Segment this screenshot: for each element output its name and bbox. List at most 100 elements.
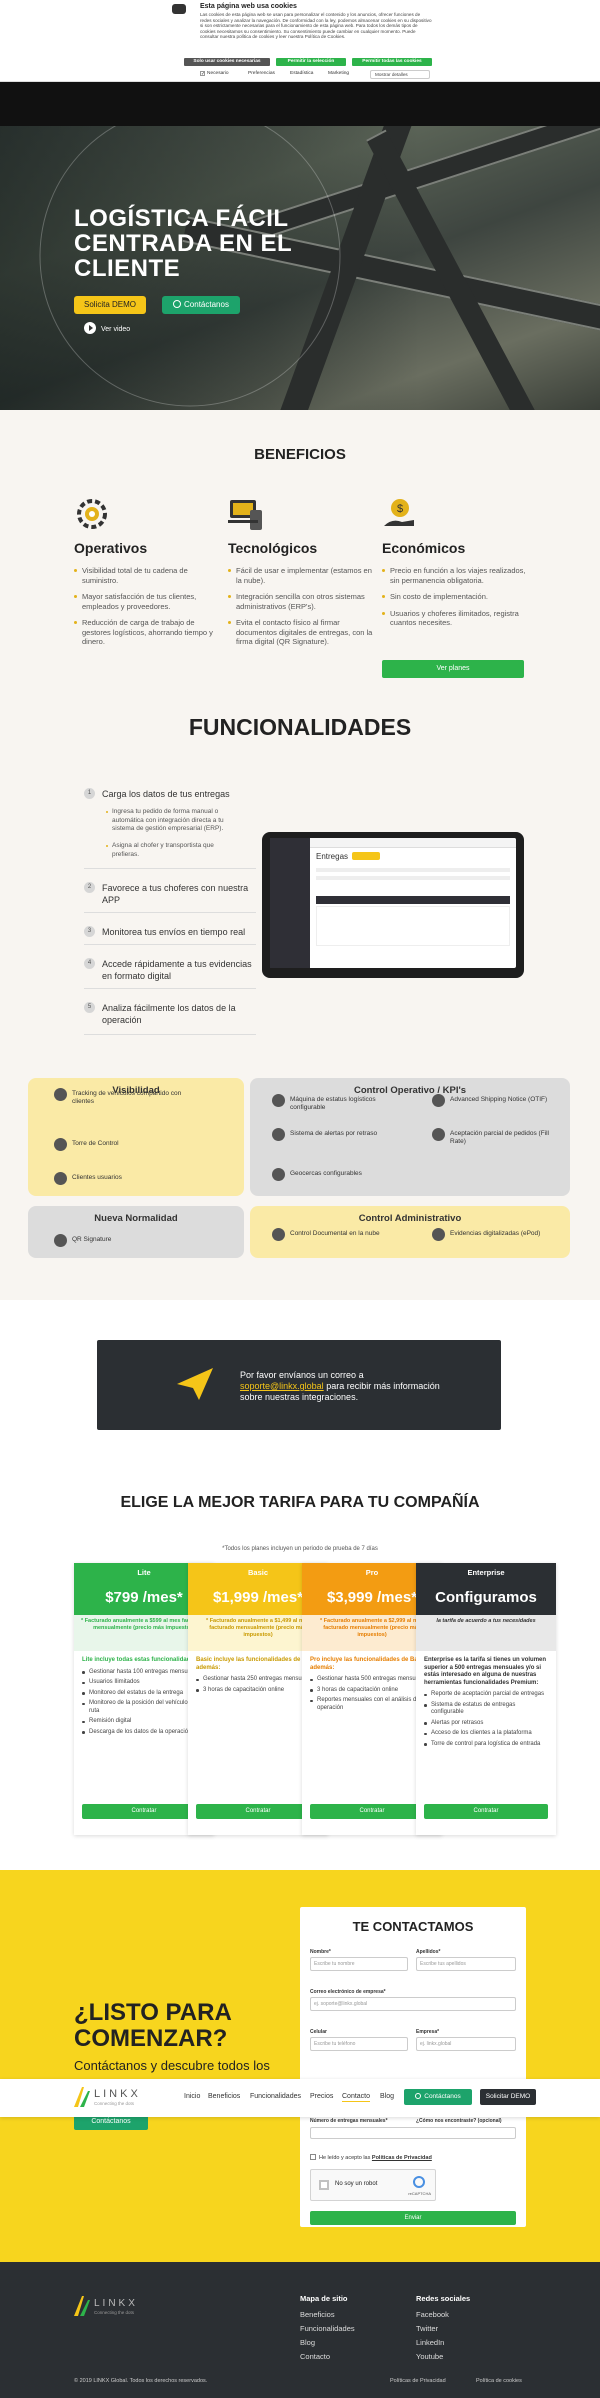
feature-step-3[interactable]: 3 Monitorea tus envíos en tiempo real: [84, 926, 254, 938]
fill-rate-icon: [432, 1128, 445, 1141]
pricing-heading: ELIGE LA MEJOR TARIFA PARA TU COMPAÑÍA: [120, 1494, 480, 1511]
nav-link-blog[interactable]: Blog: [380, 2093, 394, 2100]
footer-link-beneficios[interactable]: Beneficios: [300, 2310, 335, 2319]
watch-video-link[interactable]: Ver video: [84, 322, 130, 334]
cookie-allow-all-button[interactable]: Permitir todas las cookies: [352, 58, 432, 66]
footer-cookies-link[interactable]: Política de cookies: [476, 2378, 522, 2384]
card-item: Clientes usuarios: [54, 1172, 192, 1185]
recaptcha-label: No soy un robot: [335, 2181, 378, 2187]
benefit-title: Operativos: [74, 540, 148, 556]
evidence-icon: [432, 1228, 445, 1241]
cookie-details-select[interactable]: Mostrar detalles: [370, 70, 430, 79]
entregas-select[interactable]: [310, 2127, 516, 2139]
money-hand-icon: $: [382, 496, 418, 532]
users-icon: [54, 1172, 67, 1185]
feature-step-2[interactable]: 2 Favorece a tus choferes con nuestra APP: [84, 882, 254, 906]
empresa-input[interactable]: ej. linkx.global: [416, 2037, 516, 2051]
nav-link-contacto[interactable]: Contacto: [342, 2093, 371, 2102]
privacy-link[interactable]: Políticas de Privacidad: [372, 2155, 432, 2161]
benefit-col-economicos: $ Económicos Precio en función a los via…: [382, 496, 532, 635]
hero-contact-button[interactable]: Contáctanos: [162, 296, 240, 314]
label-nombre: Nombre*: [310, 1949, 331, 1955]
footer-link-facebook[interactable]: Facebook: [416, 2310, 449, 2319]
nav-link-funcionalidades[interactable]: Funcionalidades: [250, 2093, 301, 2100]
cookie-tab-marketing[interactable]: Marketing: [328, 71, 349, 76]
sticky-navbar: LINKX Connecting the dots Inicio Benefic…: [0, 2079, 600, 2117]
plan-name: Enterprise: [416, 1563, 556, 1583]
plan-feature: Sistema de estatus de entregas configura…: [424, 1702, 548, 1717]
card-item: Sistema de alertas por retraso: [272, 1128, 390, 1141]
nav-logo-text[interactable]: LINKX: [94, 2088, 141, 2100]
privacy-checkbox[interactable]: [310, 2154, 316, 2160]
footer-link-blog[interactable]: Blog: [300, 2338, 315, 2347]
footer-link-twitter[interactable]: Twitter: [416, 2324, 438, 2333]
feature-sub-item: Ingresa tu pedido de forma manual o auto…: [106, 808, 236, 834]
nombre-input[interactable]: Escribe tu nombre: [310, 1957, 408, 1971]
divider: [84, 912, 256, 913]
card-nueva-normalidad: Nueva Normalidad: [28, 1206, 244, 1258]
nav-link-inicio[interactable]: Inicio: [184, 2093, 200, 2100]
view-plans-button[interactable]: Ver planes: [382, 660, 524, 678]
divider: [84, 988, 256, 989]
hero-top-band: [0, 82, 600, 126]
footer-logo-text: LINKX: [94, 2298, 138, 2309]
request-demo-button[interactable]: Solicita DEMO: [74, 296, 146, 314]
features-heading: FUNCIONALIDADES: [188, 714, 412, 740]
cookie-tab-estadistica[interactable]: Estadística: [290, 71, 313, 76]
footer-link-linkedin[interactable]: LinkedIn: [416, 2338, 444, 2347]
benefit-title: Tecnológicos: [228, 540, 318, 556]
feature-step-5[interactable]: 5 Analiza fácilmente los datos de la oper…: [84, 1002, 254, 1026]
divider: [84, 868, 256, 869]
social-title: Redes sociales: [416, 2294, 471, 2303]
cookie-selection-button[interactable]: Permitir la selección: [276, 58, 346, 66]
card-title: Control Administrativo: [358, 1213, 462, 1224]
recaptcha-checkbox[interactable]: [319, 2180, 329, 2190]
contract-enterprise-button[interactable]: Contratar: [424, 1804, 548, 1819]
cookie-title: Esta página web usa cookies: [200, 3, 297, 10]
footer-link-funcionalidades[interactable]: Funcionalidades: [300, 2324, 355, 2333]
cookie-body: Las cookies de esta página web se usan p…: [200, 12, 432, 40]
ready-heading: ¿LISTO PARA COMENZAR?: [74, 1999, 231, 2052]
footer: LINKX Connecting the dots Mapa de sitio …: [0, 2262, 600, 2398]
plan-price: Configuramos: [416, 1583, 556, 1615]
cookie-logo-icon: [172, 4, 186, 14]
tower-icon: [54, 1138, 67, 1151]
app-sidebar: [270, 838, 310, 968]
support-email-link[interactable]: soporte@linkx.global: [240, 1381, 324, 1391]
pricing-note: *Todos los planes incluyen un periodo de…: [222, 1546, 378, 1552]
nav-link-precios[interactable]: Precios: [310, 2093, 333, 2100]
linkx-logo-icon: [74, 2087, 90, 2107]
celular-input[interactable]: Escribe tu teléfono: [310, 2037, 408, 2051]
cookie-tab-preferencias[interactable]: Preferencias: [248, 71, 275, 76]
footer-privacy-link[interactable]: Políticas de Privacidad: [390, 2378, 446, 2384]
card-item: Torre de Control: [54, 1138, 192, 1151]
nav-link-beneficios[interactable]: Beneficios: [208, 2093, 240, 2100]
footer-link-youtube[interactable]: Youtube: [416, 2352, 443, 2361]
privacy-consent[interactable]: He leído y acepto las Políticas de Priva…: [310, 2154, 432, 2161]
apellidos-input[interactable]: Escribe tus apellidos: [416, 1957, 516, 1971]
plan-feature: Reporte de aceptación parcial de entrega…: [424, 1691, 548, 1699]
feature-step-1[interactable]: 1 Carga los datos de tus entregas: [84, 788, 254, 800]
email-text: Por favor envíanos un correo a soporte@l…: [240, 1370, 440, 1402]
label-entregas: Número de entregas mensuales*: [310, 2118, 388, 2124]
benefit-item: Visibilidad total de tu cadena de sumini…: [74, 566, 224, 585]
cookie-tab-necesario[interactable]: ✓ Necesario: [200, 71, 229, 77]
feature-step-4[interactable]: 4 Accede rápidamente a tus evidencias en …: [84, 958, 254, 982]
svg-text:$: $: [397, 503, 403, 515]
devices-icon: [228, 496, 264, 532]
submit-button[interactable]: Enviar: [310, 2211, 516, 2225]
nav-demo-button[interactable]: Solicitar DEMO: [480, 2089, 536, 2105]
nav-contact-button[interactable]: Contáctanos: [404, 2089, 472, 2105]
email-input[interactable]: ej. soporte@linkx.global: [310, 1997, 516, 2011]
cookie-necessary-button[interactable]: Solo usar cookies necesarias: [184, 58, 270, 66]
card-item: Máquina de estatus logísticos configurab…: [272, 1094, 390, 1112]
footer-link-contacto[interactable]: Contacto: [300, 2352, 330, 2361]
card-item: Advanced Shipping Notice (OTIF): [432, 1094, 550, 1107]
hero-title: LOGÍSTICA FÁCIL CENTRADA EN EL CLIENTE: [74, 205, 292, 282]
contact-heading: TE CONTACTAMOS: [352, 1919, 474, 1934]
benefit-item: Integración sencilla con otros sistemas …: [228, 592, 378, 611]
plan-billing-note: la tarifa de acuerdo a tus necesidades: [416, 1615, 556, 1651]
benefit-item: Usuarios y choferes ilimitados, registra…: [382, 609, 532, 628]
card-item: Aceptación parcial de pedidos (Fill Rate…: [432, 1128, 550, 1146]
recaptcha-brand: reCAPTCHA: [408, 2191, 431, 2196]
